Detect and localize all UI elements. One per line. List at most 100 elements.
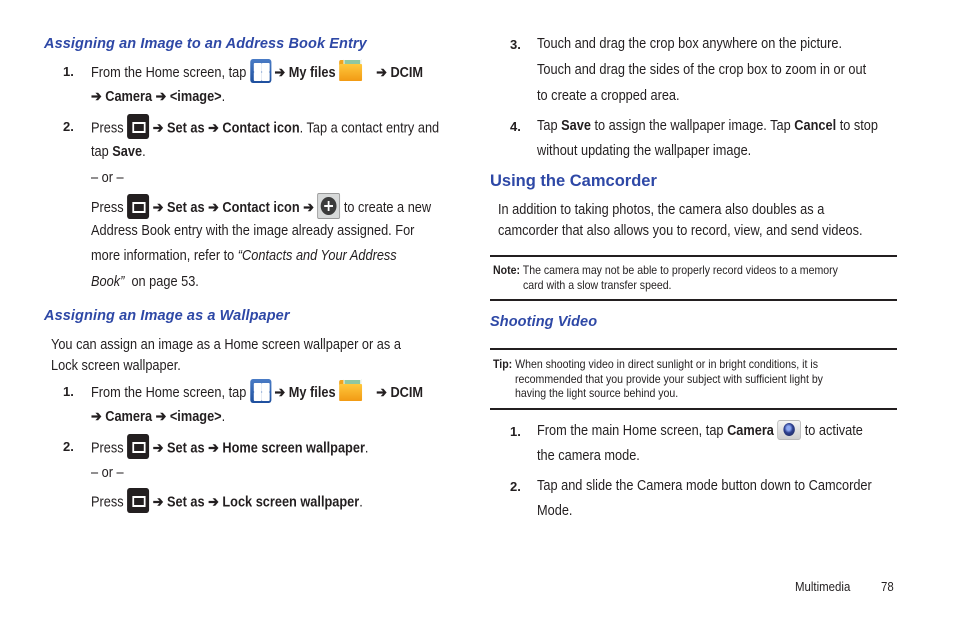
step-number: 1. bbox=[510, 424, 521, 439]
step-line: Touch and drag the sides of the crop box… bbox=[537, 62, 867, 78]
cross-reference-link[interactable]: “Contacts and Your Address bbox=[238, 248, 397, 264]
note-top-rule bbox=[490, 255, 897, 257]
menu-key-icon bbox=[127, 193, 150, 219]
folder-icon bbox=[339, 378, 363, 402]
cancel-label: Cancel bbox=[794, 118, 837, 134]
apps-grid-icon bbox=[249, 379, 271, 403]
cross-reference-link[interactable]: Book” bbox=[91, 274, 124, 290]
step-line: without updating the wallpaper image. bbox=[537, 143, 752, 159]
tip-line: having the light source behind you. bbox=[515, 386, 679, 400]
section-heading-shooting-video: Shooting Video bbox=[490, 314, 598, 330]
home-screen-wallpaper-label: Home screen wallpaper bbox=[222, 440, 365, 457]
step-number: 2. bbox=[63, 119, 74, 134]
paragraph-line: You can assign an image as a Home screen… bbox=[51, 337, 401, 353]
my-files-label: My files bbox=[288, 384, 336, 401]
section-heading-camcorder: Using the Camcorder bbox=[490, 172, 657, 190]
menu-key-icon bbox=[127, 488, 150, 513]
note-line: card with a slow transfer speed. bbox=[523, 278, 672, 292]
step-line: more information, refer to “Contacts and… bbox=[91, 248, 397, 264]
arrow-icon: ➔ bbox=[274, 64, 286, 81]
contact-icon-label: Contact icon bbox=[222, 120, 300, 137]
page-number: 78 bbox=[881, 579, 894, 594]
dcim-label: DCIM bbox=[390, 384, 424, 401]
footer-section-name: Multimedia bbox=[795, 579, 851, 594]
save-label: Save bbox=[561, 118, 591, 134]
step-line: From the Home screen, tap ➔ My files ➔ D… bbox=[91, 378, 468, 405]
camera-label: Camera bbox=[727, 423, 774, 439]
arrow-icon: ➔ bbox=[208, 199, 219, 216]
section-heading-address-book: Assigning an Image to an Address Book En… bbox=[44, 36, 367, 52]
contact-icon-label: Contact icon bbox=[222, 199, 300, 216]
save-label: Save bbox=[112, 144, 143, 160]
section-heading-wallpaper: Assigning an Image as a Wallpaper bbox=[44, 308, 290, 324]
step-number: 1. bbox=[63, 384, 74, 399]
set-as-label: Set as bbox=[166, 440, 205, 457]
menu-key-icon bbox=[127, 434, 150, 459]
arrow-icon: ➔ bbox=[303, 199, 314, 216]
tip-line: recommended that you provide your subjec… bbox=[515, 372, 823, 386]
camera-label: Camera bbox=[105, 409, 153, 425]
step-line: From the Home screen, tap ➔ My files ➔ D… bbox=[91, 58, 468, 85]
image-label: <image> bbox=[169, 409, 222, 425]
paragraph-line: In addition to taking photos, the camera… bbox=[498, 202, 825, 218]
arrow-icon: ➔ bbox=[208, 440, 219, 457]
step-number: 2. bbox=[510, 479, 521, 494]
step-line: Touch and drag the crop box anywhere on … bbox=[537, 36, 843, 52]
step-line: From the main Home screen, tap Camera to… bbox=[537, 420, 907, 441]
step-line: Press ➔ Set as ➔ Contact icon. Tap a con… bbox=[91, 114, 487, 141]
arrow-icon: ➔ bbox=[152, 199, 164, 216]
step-line: Mode. bbox=[537, 503, 573, 519]
step-line: to create a cropped area. bbox=[537, 88, 680, 104]
note-box: Note: The camera may not be able to prop… bbox=[493, 263, 838, 277]
arrow-icon: ➔ bbox=[376, 384, 387, 401]
step-line: Press ➔ Set as ➔ Home screen wallpaper. bbox=[91, 434, 406, 461]
add-contact-icon bbox=[317, 193, 341, 219]
set-as-label: Set as bbox=[166, 199, 205, 216]
camera-icon bbox=[777, 420, 802, 441]
arrow-icon: ➔ bbox=[91, 409, 102, 425]
step-line: Address Book entry with the image alread… bbox=[91, 223, 415, 239]
tip-top-rule bbox=[490, 348, 897, 350]
step-number: 2. bbox=[63, 439, 74, 454]
arrow-icon: ➔ bbox=[208, 120, 219, 137]
step-line: tap Save. bbox=[91, 144, 146, 160]
step-line: Tap Save to assign the wallpaper image. … bbox=[537, 118, 878, 134]
arrow-icon: ➔ bbox=[274, 384, 286, 401]
apps-grid-icon bbox=[249, 59, 271, 83]
arrow-icon: ➔ bbox=[91, 89, 102, 105]
my-files-label: My files bbox=[288, 64, 336, 81]
folder-icon bbox=[339, 58, 363, 82]
arrow-icon: ➔ bbox=[152, 494, 164, 511]
step-number: 3. bbox=[510, 37, 521, 52]
manual-page: Assigning an Image to an Address Book En… bbox=[0, 0, 954, 636]
note-bottom-rule bbox=[490, 299, 897, 301]
step-line: Book” on page 53. bbox=[91, 274, 199, 290]
set-as-label: Set as bbox=[166, 494, 205, 511]
arrow-icon: ➔ bbox=[155, 89, 167, 105]
step-number: 1. bbox=[63, 64, 74, 79]
step-line: Tap and slide the Camera mode button dow… bbox=[537, 478, 872, 494]
set-as-label: Set as bbox=[166, 120, 205, 137]
camera-label: Camera bbox=[105, 89, 153, 105]
step-number: 4. bbox=[510, 119, 521, 134]
step-line: Press ➔ Set as ➔ Contact icon ➔ to creat… bbox=[91, 193, 478, 221]
or-separator: – or – bbox=[91, 465, 124, 481]
tip-label: Tip: bbox=[493, 357, 513, 371]
step-line: ➔ Camera ➔ <image>. bbox=[91, 409, 226, 425]
arrow-icon: ➔ bbox=[152, 120, 164, 137]
step-line: Press ➔ Set as ➔ Lock screen wallpaper. bbox=[91, 488, 400, 515]
step-line: ➔ Camera ➔ <image>. bbox=[91, 89, 226, 105]
tip-bottom-rule bbox=[490, 408, 897, 410]
paragraph-line: camcorder that also allows you to record… bbox=[498, 223, 863, 239]
step-line: the camera mode. bbox=[537, 448, 640, 464]
or-separator: – or – bbox=[91, 170, 124, 186]
lock-screen-wallpaper-label: Lock screen wallpaper bbox=[222, 494, 360, 511]
paragraph-line: Lock screen wallpaper. bbox=[51, 358, 181, 374]
arrow-icon: ➔ bbox=[155, 409, 167, 425]
note-label: Note: bbox=[493, 263, 520, 277]
menu-key-icon bbox=[127, 114, 150, 139]
image-label: <image> bbox=[169, 89, 222, 105]
dcim-label: DCIM bbox=[390, 64, 424, 81]
arrow-icon: ➔ bbox=[208, 494, 219, 511]
arrow-icon: ➔ bbox=[152, 440, 164, 457]
